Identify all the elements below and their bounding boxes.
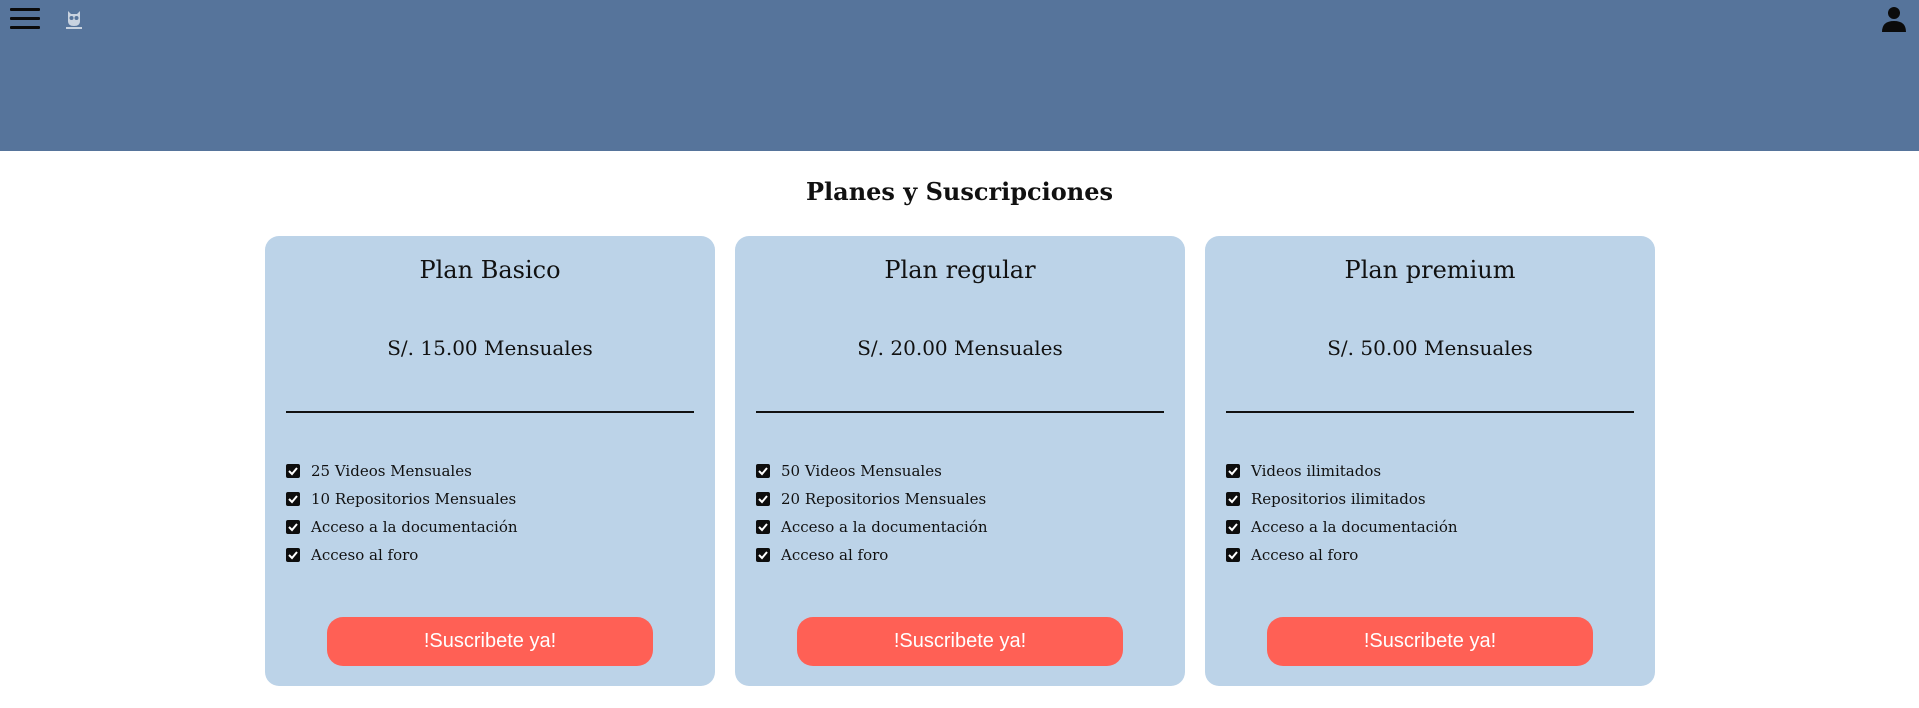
list-item: Acceso al foro <box>756 546 988 574</box>
plans-container: Plan Basico S/. 15.00 Mensuales 25 Video… <box>265 236 1655 686</box>
list-item: Acceso a la documentación <box>756 518 988 546</box>
feature-label: Acceso a la documentación <box>1251 518 1458 536</box>
plan-card-basico: Plan Basico S/. 15.00 Mensuales 25 Video… <box>265 236 715 686</box>
feature-label: Acceso a la documentación <box>311 518 518 536</box>
plan-price: S/. 15.00 Mensuales <box>387 336 593 360</box>
list-item: Acceso al foro <box>1226 546 1458 574</box>
feature-label: Acceso al foro <box>311 546 419 564</box>
list-item: 20 Repositorios Mensuales <box>756 490 988 518</box>
list-item: 10 Repositorios Mensuales <box>286 490 518 518</box>
list-item: Videos ilimitados <box>1226 462 1458 490</box>
user-account-icon[interactable] <box>1880 6 1908 32</box>
checkbox-checked-icon <box>286 492 300 506</box>
plan-price: S/. 20.00 Mensuales <box>857 336 1063 360</box>
checkbox-checked-icon <box>756 548 770 562</box>
subscribe-button[interactable]: !Suscribete ya! <box>1267 617 1593 666</box>
feature-label: 10 Repositorios Mensuales <box>311 490 517 508</box>
divider <box>756 411 1164 413</box>
list-item: Acceso al foro <box>286 546 518 574</box>
owl-logo-icon[interactable] <box>62 7 86 31</box>
checkbox-checked-icon <box>756 520 770 534</box>
checkbox-checked-icon <box>756 492 770 506</box>
feature-list: 25 Videos Mensuales 10 Repositorios Mens… <box>286 462 518 574</box>
list-item: 50 Videos Mensuales <box>756 462 988 490</box>
feature-label: 50 Videos Mensuales <box>781 462 942 480</box>
plan-name: Plan regular <box>884 256 1036 284</box>
feature-label: Videos ilimitados <box>1251 462 1382 480</box>
feature-label: Acceso al foro <box>1251 546 1359 564</box>
feature-label: 20 Repositorios Mensuales <box>781 490 987 508</box>
feature-label: Acceso al foro <box>781 546 889 564</box>
plan-name: Plan Basico <box>419 256 561 284</box>
subscribe-button[interactable]: !Suscribete ya! <box>797 617 1123 666</box>
page-title: Planes y Suscripciones <box>805 177 1114 206</box>
checkbox-checked-icon <box>286 520 300 534</box>
plan-name: Plan premium <box>1344 256 1516 284</box>
plan-card-premium: Plan premium S/. 50.00 Mensuales Videos … <box>1205 236 1655 686</box>
list-item: Repositorios ilimitados <box>1226 490 1458 518</box>
feature-label: Acceso a la documentación <box>781 518 988 536</box>
checkbox-checked-icon <box>286 548 300 562</box>
checkbox-checked-icon <box>1226 464 1240 478</box>
subscribe-button[interactable]: !Suscribete ya! <box>327 617 653 666</box>
checkbox-checked-icon <box>1226 548 1240 562</box>
list-item: Acceso a la documentación <box>1226 518 1458 546</box>
list-item: Acceso a la documentación <box>286 518 518 546</box>
checkbox-checked-icon <box>286 464 300 478</box>
list-item: 25 Videos Mensuales <box>286 462 518 490</box>
divider <box>286 411 694 413</box>
feature-list: 50 Videos Mensuales 20 Repositorios Mens… <box>756 462 988 574</box>
feature-label: Repositorios ilimitados <box>1251 490 1426 508</box>
checkbox-checked-icon <box>1226 520 1240 534</box>
top-bar <box>0 0 1919 151</box>
plan-card-regular: Plan regular S/. 20.00 Mensuales 50 Vide… <box>735 236 1185 686</box>
feature-list: Videos ilimitados Repositorios ilimitado… <box>1226 462 1458 574</box>
plan-price: S/. 50.00 Mensuales <box>1327 336 1533 360</box>
feature-label: 25 Videos Mensuales <box>311 462 472 480</box>
checkbox-checked-icon <box>1226 492 1240 506</box>
checkbox-checked-icon <box>756 464 770 478</box>
hamburger-menu-icon[interactable] <box>10 8 40 30</box>
divider <box>1226 411 1634 413</box>
